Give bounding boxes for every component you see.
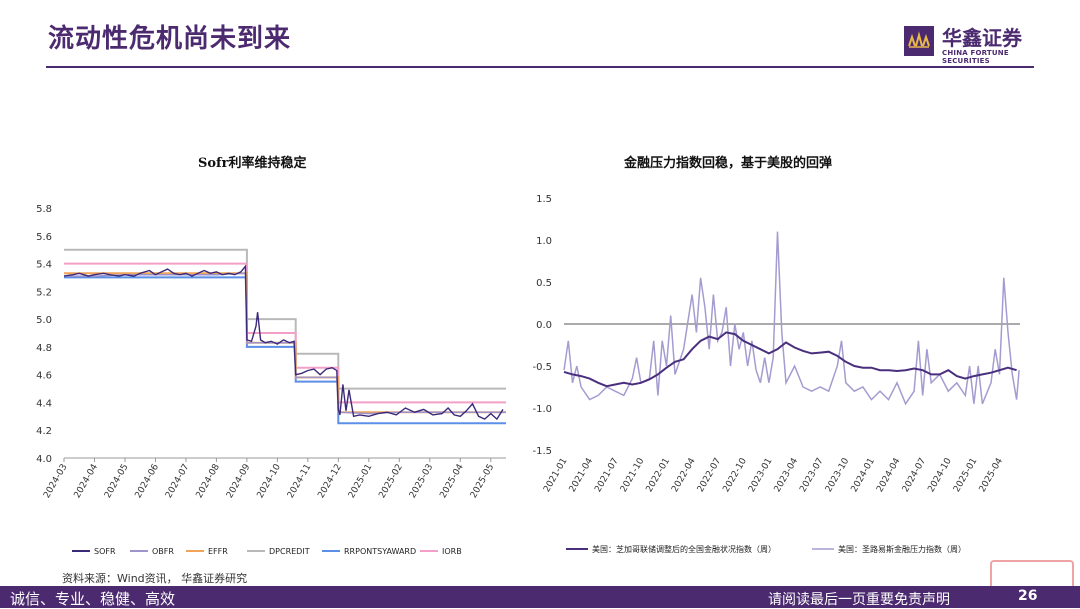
financial-stress-chart: 1.51.00.50.0-0.5-1.0-1.52021-012021-0420…	[532, 194, 1020, 554]
x-tick-label: 2025-04	[978, 456, 1006, 494]
y-tick-label: -0.5	[532, 362, 552, 373]
x-tick-label: 2024-07	[901, 457, 928, 495]
legend-label: 美国：圣路易斯金融压力指数（周）	[838, 544, 966, 554]
x-tick-label: 2024-01	[850, 457, 877, 495]
y-tick-label: 0.5	[536, 278, 552, 289]
x-tick-label: 2023-07	[798, 457, 825, 495]
x-tick-label: 2025-01	[952, 457, 979, 495]
x-tick-label: 2024-10	[926, 456, 954, 494]
footer-disclaimer: 请阅读最后一页重要免责声明	[768, 592, 950, 608]
x-tick-label: 2023-04	[773, 456, 801, 494]
y-tick-label: 0.0	[536, 320, 552, 331]
page-number: 26	[1018, 588, 1038, 604]
y-tick-label: -1.5	[532, 446, 552, 457]
y-tick-label: -1.0	[532, 404, 552, 415]
x-tick-label: 2023-01	[747, 457, 774, 495]
footer-slogan: 诚信、专业、稳健、高效	[10, 590, 176, 608]
x-tick-label: 2022-10	[721, 456, 749, 494]
x-tick-label: 2022-01	[645, 457, 672, 495]
x-tick-label: 2021-10	[619, 456, 647, 494]
x-tick-label: 2021-01	[542, 457, 569, 495]
source-note: 资料来源：Wind资讯， 华鑫证券研究	[62, 572, 248, 585]
x-tick-label: 2023-10	[824, 456, 852, 494]
y-tick-label: 1.5	[536, 194, 552, 205]
x-tick-label: 2024-04	[875, 456, 903, 494]
x-tick-label: 2022-04	[670, 456, 698, 494]
legend-label: 美国：芝加哥联储调整后的全国金融状况指数（周）	[592, 544, 776, 554]
series-line-stlouis	[563, 231, 1020, 406]
x-tick-label: 2022-07	[696, 457, 723, 495]
footer-bar: 诚信、专业、稳健、高效 请阅读最后一页重要免责声明 26	[0, 586, 1080, 608]
x-tick-label: 2021-07	[593, 457, 620, 495]
y-tick-label: 1.0	[536, 236, 552, 247]
x-tick-label: 2021-04	[568, 456, 596, 494]
